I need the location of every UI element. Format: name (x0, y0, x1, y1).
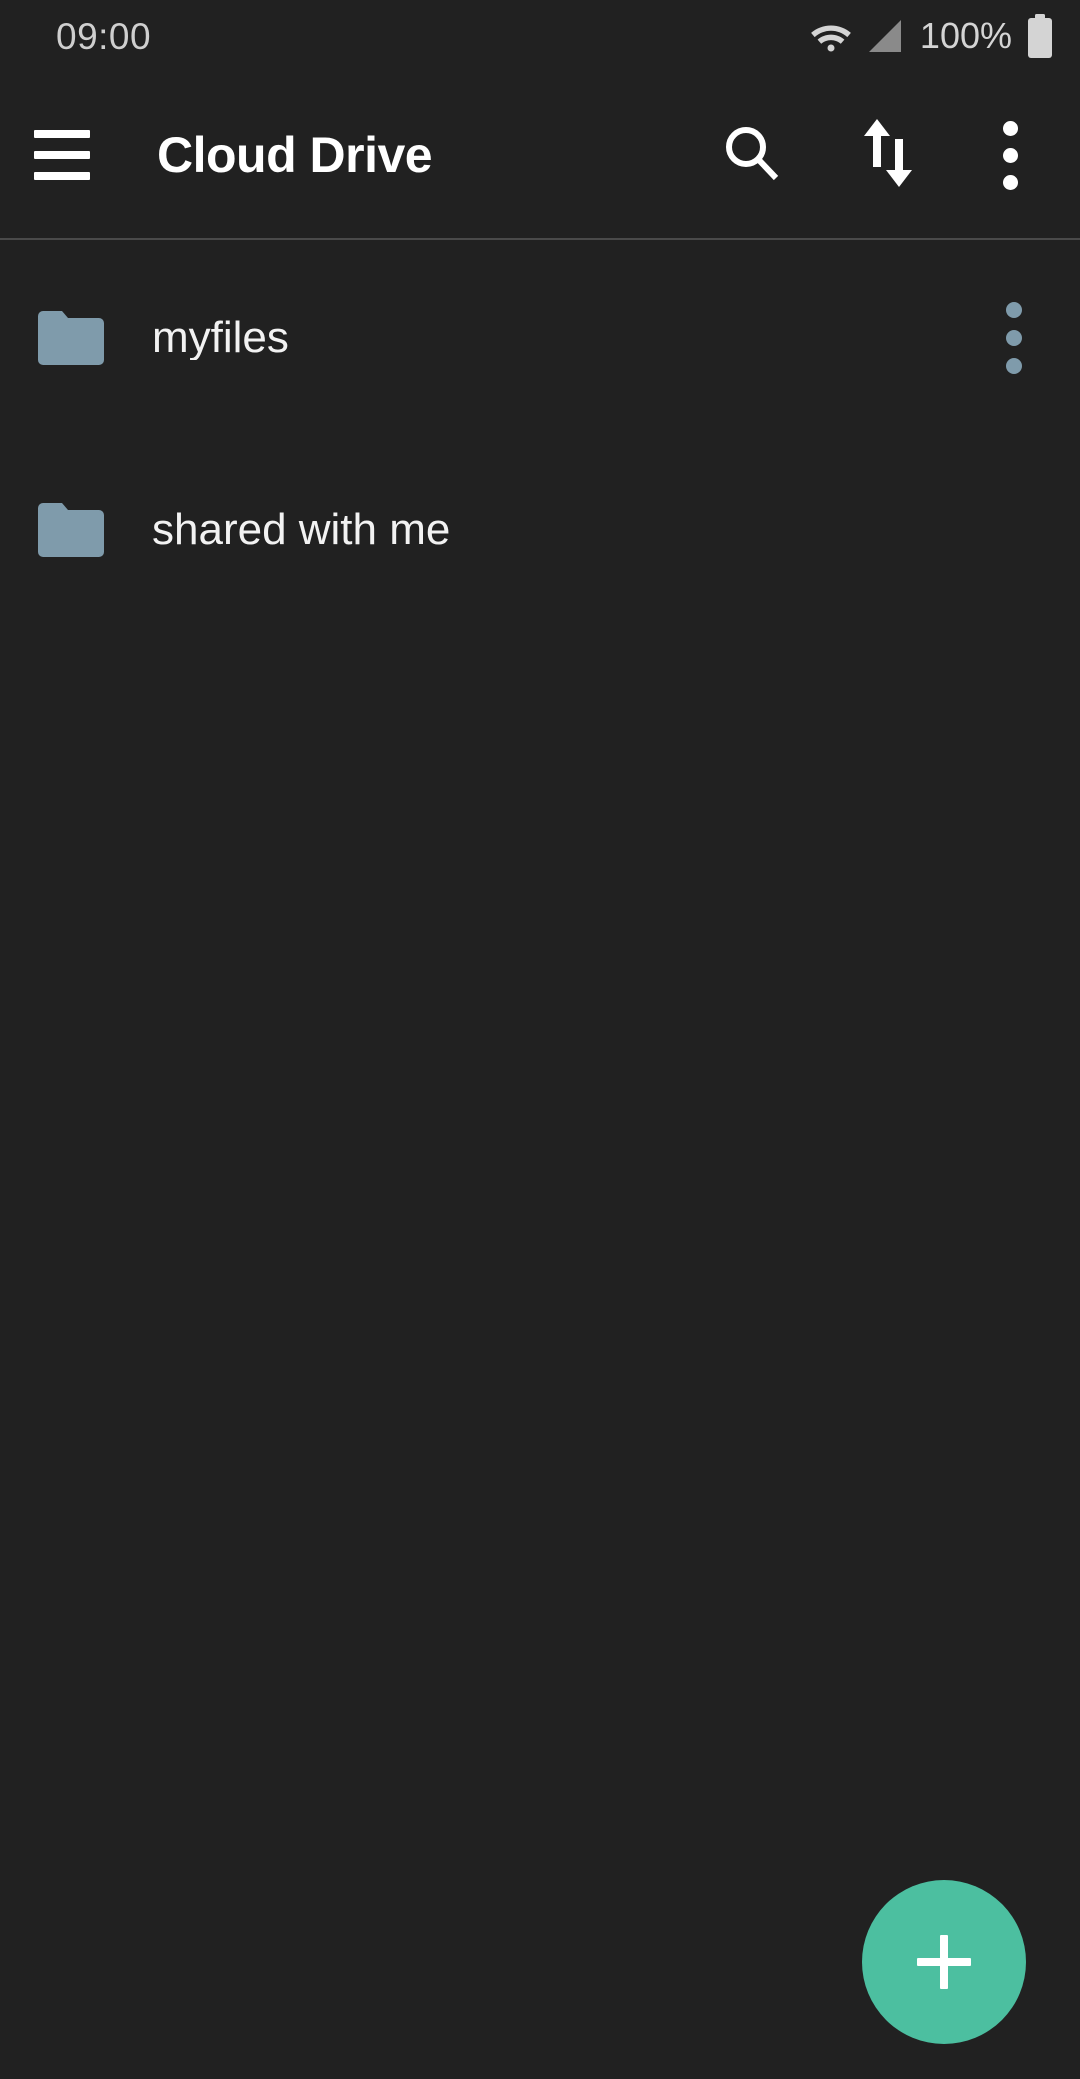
list-item-overflow-button[interactable] (966, 242, 1062, 434)
hamburger-bar (34, 151, 90, 159)
app-bar: Cloud Drive (0, 72, 1080, 240)
file-list: myfiles shared with me (0, 242, 1080, 626)
file-name-label: shared with me (152, 508, 451, 552)
battery-percent-label: 100% (919, 15, 1012, 56)
page-title: Cloud Drive (157, 127, 433, 183)
list-item[interactable]: shared with me (0, 434, 1080, 626)
status-bar-clock: 09:00 (56, 15, 152, 57)
add-button[interactable] (862, 1880, 1026, 2044)
plus-icon (917, 1935, 971, 1989)
hamburger-menu-icon[interactable] (0, 71, 124, 239)
file-name-label: myfiles (152, 316, 289, 360)
sort-button[interactable] (836, 71, 940, 239)
status-bar: 09:00 100% (0, 0, 1080, 72)
dot (1006, 330, 1022, 346)
dot (1002, 120, 1018, 136)
search-icon (721, 122, 783, 189)
dot (1002, 147, 1018, 163)
folder-icon (38, 311, 104, 365)
app-bar-overflow-button[interactable] (964, 71, 1056, 239)
wifi-icon (810, 20, 852, 52)
dot (1006, 358, 1022, 374)
folder-icon (38, 503, 104, 557)
battery-full-icon (1026, 14, 1054, 58)
sort-arrows-icon (857, 117, 919, 194)
cellular-signal-icon (866, 19, 904, 53)
list-item[interactable]: myfiles (0, 242, 1080, 434)
dot (1002, 174, 1018, 190)
status-bar-indicators: 100% (810, 14, 1054, 58)
search-button[interactable] (700, 71, 804, 239)
hamburger-bar (34, 130, 90, 138)
dot (1006, 302, 1022, 318)
more-vertical-icon (1006, 302, 1022, 374)
more-vertical-icon (1002, 120, 1018, 190)
hamburger-bar (34, 172, 90, 180)
